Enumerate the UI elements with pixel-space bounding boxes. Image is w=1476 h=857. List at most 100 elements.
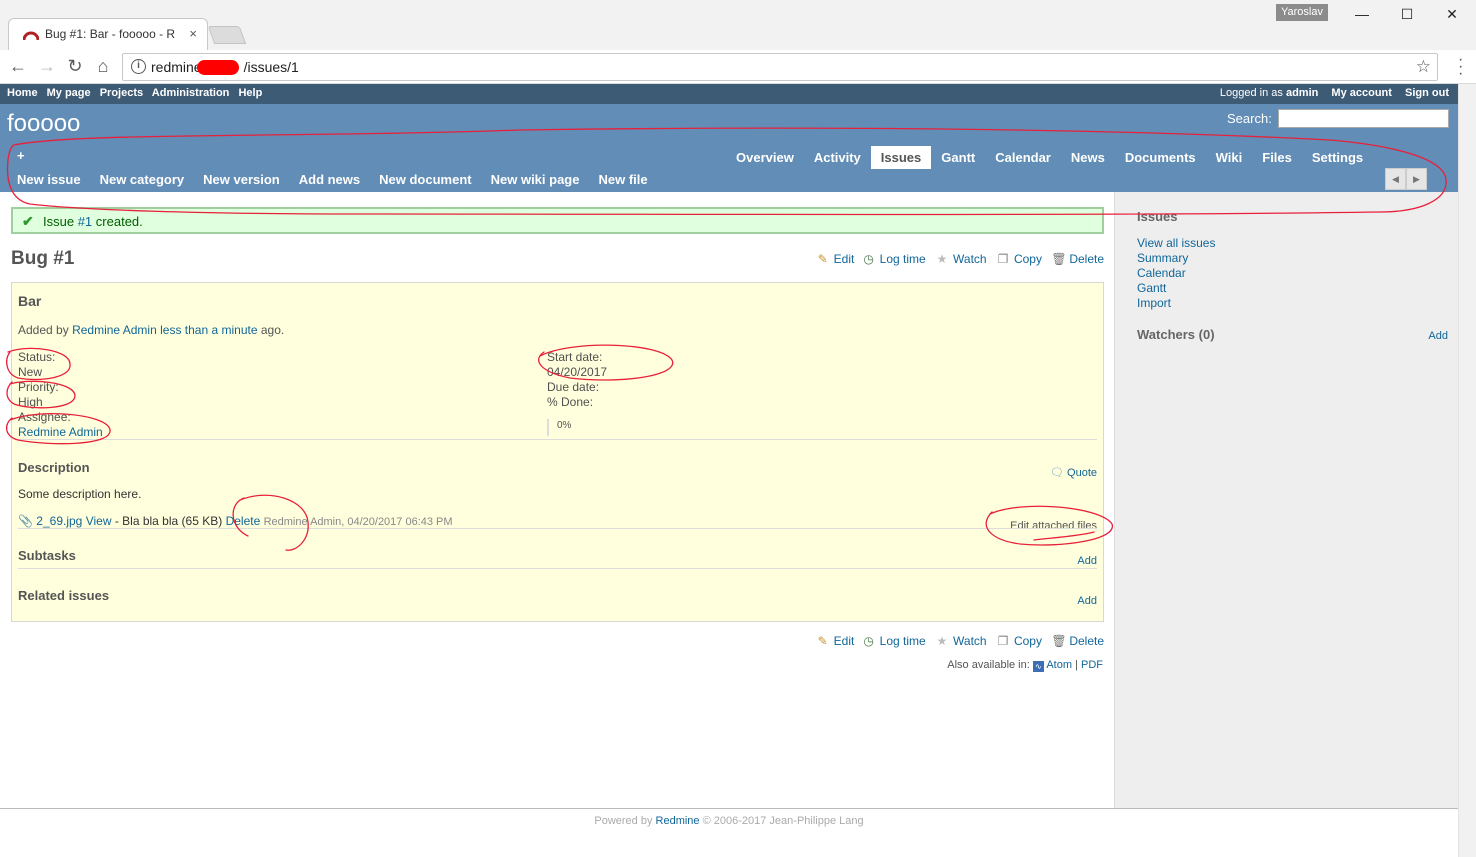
attachment-view-link[interactable]: View (86, 514, 112, 528)
redmine-link[interactable]: Redmine (656, 815, 700, 827)
new-issue-link[interactable]: New issue (17, 172, 81, 187)
edit-button[interactable]: Edit (834, 252, 855, 266)
issue-subject: Bar (18, 293, 42, 309)
search-label: Search: (1227, 111, 1272, 126)
start-date-attribute: Start date: 04/20/2017 (547, 350, 608, 379)
done-progress-bar (547, 419, 549, 436)
tab-overview[interactable]: Overview (726, 146, 804, 169)
tab-documents[interactable]: Documents (1115, 146, 1206, 169)
minimize-icon[interactable]: — (1347, 4, 1377, 24)
delete-button[interactable]: Delete (1069, 634, 1104, 648)
divider (18, 568, 1097, 569)
watchers-title: Watchers (0) (1137, 327, 1215, 342)
browser-tab[interactable]: Bug #1: Bar - fooooo - R × (8, 18, 208, 50)
copy-button[interactable]: Copy (1014, 634, 1042, 648)
new-version-link[interactable]: New version (203, 172, 280, 187)
done-attribute: % Done: (547, 395, 594, 409)
sign-out-link[interactable]: Sign out (1405, 87, 1449, 99)
subtasks-title: Subtasks (18, 548, 76, 563)
assignee-link[interactable]: Redmine Admin (18, 425, 103, 440)
edit-button[interactable]: Edit (834, 634, 855, 648)
home-icon[interactable]: ⌂ (93, 56, 113, 77)
attachment-description: - Bla bla bla (65 KB) (114, 514, 223, 528)
browser-menu-icon[interactable]: · · · (1458, 52, 1464, 82)
top-menu-home[interactable]: Home (7, 87, 38, 99)
sidebar-item-import[interactable]: Import (1137, 296, 1171, 310)
sidebar-item-view-all-issues[interactable]: View all issues (1137, 236, 1215, 250)
tab-activity[interactable]: Activity (804, 146, 871, 169)
tab-settings[interactable]: Settings (1302, 146, 1373, 169)
new-file-link[interactable]: New file (598, 172, 647, 187)
add-subtask-link[interactable]: Add (1077, 555, 1097, 567)
main-content: ✔ Issue #1 created. Bug #1 ✎ Edit ◷ Log ti… (0, 192, 1115, 808)
new-object-plus[interactable]: + (17, 148, 25, 163)
new-document-link[interactable]: New document (379, 172, 471, 187)
pdf-link[interactable]: PDF (1081, 659, 1103, 671)
quote-link[interactable]: 🗨 Quote (1050, 466, 1097, 479)
delete-button[interactable]: Delete (1069, 252, 1104, 266)
top-menu-administration[interactable]: Administration (152, 87, 230, 99)
issue-details: Bar Added by Redmine Admin less than a m… (11, 282, 1104, 622)
tab-gantt[interactable]: Gantt (931, 146, 985, 169)
attachment-delete-link[interactable]: Delete (226, 514, 261, 528)
footer-text: Powered by Redmine © 2006-2017 Jean-Phil… (594, 815, 864, 827)
log-time-button[interactable]: Log time (880, 634, 926, 648)
bookmark-star-icon[interactable]: ☆ (1416, 57, 1431, 77)
window-scrollbar[interactable] (1458, 84, 1476, 857)
top-menu-projects[interactable]: Projects (100, 87, 143, 99)
log-time-button[interactable]: Log time (880, 252, 926, 266)
status-value: New (18, 365, 43, 379)
add-news-link[interactable]: Add news (299, 172, 360, 187)
watch-button[interactable]: Watch (953, 634, 987, 648)
scroll-right-icon[interactable]: ▶ (1406, 168, 1427, 190)
edit-icon: ✎ (817, 252, 828, 266)
main-menu: Overview Activity Issues Gantt Calendar News D… (726, 146, 1373, 170)
author-link[interactable]: Redmine Admin (72, 323, 157, 337)
top-menu-my-page[interactable]: My page (47, 87, 91, 99)
back-icon[interactable]: ← (8, 56, 28, 77)
reload-icon[interactable]: ↻ (65, 56, 85, 77)
add-watcher-link[interactable]: Add (1428, 330, 1448, 342)
divider (18, 528, 1097, 529)
sidebar-item-calendar[interactable]: Calendar (1137, 266, 1186, 280)
new-category-link[interactable]: New category (100, 172, 185, 187)
tab-wiki[interactable]: Wiki (1206, 146, 1253, 169)
watch-button[interactable]: Watch (953, 252, 987, 266)
my-account-link[interactable]: My account (1331, 87, 1392, 99)
sidebar-item-gantt[interactable]: Gantt (1137, 281, 1166, 295)
logged-in-user[interactable]: admin (1286, 87, 1318, 99)
issue-actions-bottom: ✎ Edit ◷ Log time ★ Watch ❐ Copy 🗑 Delete (816, 634, 1104, 648)
tab-calendar[interactable]: Calendar (985, 146, 1061, 169)
search-input[interactable] (1278, 109, 1449, 128)
assignee-attribute: Assignee: Redmine Admin (18, 410, 103, 440)
tab-close-icon[interactable]: × (189, 26, 197, 41)
quote-icon: 🗨 (1050, 467, 1064, 479)
description-text: Some description here. (18, 487, 142, 501)
add-related-issue-link[interactable]: Add (1077, 595, 1097, 607)
tab-news[interactable]: News (1061, 146, 1115, 169)
copy-button[interactable]: Copy (1014, 252, 1042, 266)
profile-badge[interactable]: Yaroslav (1276, 4, 1328, 21)
check-icon: ✔ (22, 213, 34, 229)
top-menu-help[interactable]: Help (238, 87, 262, 99)
time-ago-link[interactable]: less than a minute (160, 323, 257, 337)
edit-attached-files-link[interactable]: Edit attached files (1010, 520, 1097, 532)
sidebar-item-summary[interactable]: Summary (1137, 251, 1188, 265)
tab-files[interactable]: Files (1252, 146, 1302, 169)
atom-link[interactable]: Atom (1046, 659, 1072, 671)
delete-icon: 🗑 (1051, 252, 1067, 266)
close-window-icon[interactable]: ✕ (1437, 4, 1467, 24)
new-tab-button[interactable] (207, 26, 247, 44)
sidebar: Issues View all issues Summary Calendar … (1115, 192, 1458, 808)
info-icon[interactable]: i (131, 59, 146, 74)
forward-icon[interactable]: → (37, 56, 57, 77)
tab-issues[interactable]: Issues (870, 146, 932, 169)
maximize-icon[interactable]: ☐ (1392, 4, 1422, 24)
new-wiki-page-link[interactable]: New wiki page (491, 172, 580, 187)
address-bar[interactable]: i redmine/issues/1 ☆ (122, 53, 1438, 81)
flash-issue-link[interactable]: #1 (78, 214, 92, 229)
watch-star-icon: ★ (936, 634, 948, 648)
sidebar-issues-title: Issues (1137, 209, 1178, 224)
attachment-link[interactable]: 2_69.jpg (36, 514, 82, 528)
scroll-left-icon[interactable]: ◀ (1385, 168, 1406, 190)
